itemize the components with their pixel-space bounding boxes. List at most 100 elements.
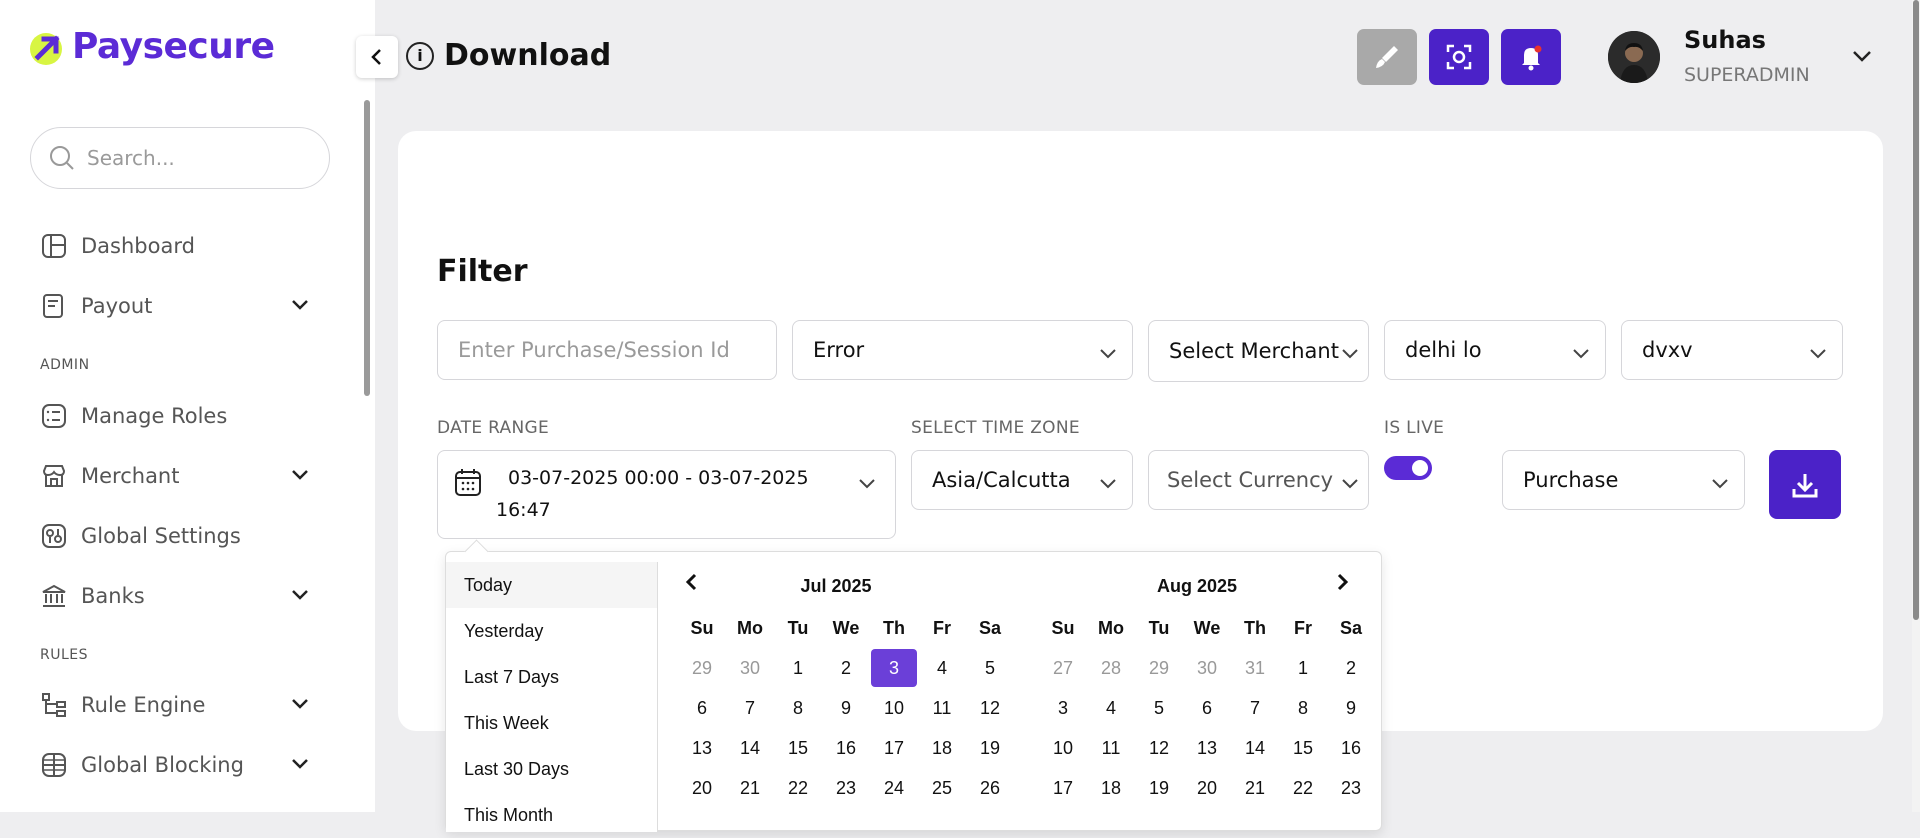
- calendar-day[interactable]: 19: [1135, 768, 1183, 808]
- calendar-day[interactable]: 21: [1231, 768, 1279, 808]
- calendar-day[interactable]: 28: [1087, 648, 1135, 688]
- calendar-day[interactable]: 2: [1327, 648, 1375, 688]
- collapse-sidebar-button[interactable]: [356, 36, 398, 78]
- calendar-day[interactable]: 17: [870, 728, 918, 768]
- sidebar-search[interactable]: [30, 127, 330, 189]
- currency-select[interactable]: Select Currency: [1148, 450, 1369, 510]
- transaction-type-select[interactable]: Purchase: [1502, 450, 1745, 510]
- calendar-day[interactable]: 12: [1135, 728, 1183, 768]
- search-input[interactable]: [87, 146, 287, 170]
- calendar-day[interactable]: 4: [1087, 688, 1135, 728]
- calendar-day[interactable]: 18: [918, 728, 966, 768]
- merchant-select[interactable]: Select Merchant: [1148, 320, 1369, 382]
- status-select[interactable]: Error: [792, 320, 1133, 380]
- range-yesterday[interactable]: Yesterday: [446, 608, 657, 654]
- sidebar-item-rule-engine[interactable]: Rule Engine: [40, 685, 310, 725]
- range-today[interactable]: Today: [446, 562, 657, 608]
- filter-select-4[interactable]: dvxv: [1621, 320, 1843, 380]
- calendar-day[interactable]: 12: [966, 688, 1014, 728]
- calendar-day[interactable]: 19: [966, 728, 1014, 768]
- calendar-day[interactable]: 16: [1327, 728, 1375, 768]
- calendar-day[interactable]: 15: [774, 728, 822, 768]
- calendar-day[interactable]: 14: [726, 728, 774, 768]
- calendar-day[interactable]: 23: [1327, 768, 1375, 808]
- calendar-day[interactable]: 6: [1183, 688, 1231, 728]
- calendar-day[interactable]: 7: [726, 688, 774, 728]
- user-menu-chevron-icon[interactable]: [1850, 44, 1874, 68]
- calendar-day[interactable]: 10: [1039, 728, 1087, 768]
- calendar-day[interactable]: 29: [678, 648, 726, 688]
- calendar-day[interactable]: 5: [1135, 688, 1183, 728]
- calendar-day[interactable]: 30: [1183, 648, 1231, 688]
- calendar-day[interactable]: 20: [1183, 768, 1231, 808]
- calendar-day[interactable]: 18: [1087, 768, 1135, 808]
- calendar-day[interactable]: 23: [822, 768, 870, 808]
- calendar-day[interactable]: 22: [774, 768, 822, 808]
- calendar-day[interactable]: 29: [1135, 648, 1183, 688]
- calendar-day[interactable]: 30: [726, 648, 774, 688]
- timezone-select[interactable]: Asia/Calcutta: [911, 450, 1133, 510]
- user-name: Suhas: [1684, 26, 1766, 54]
- calendar-day[interactable]: 1: [1279, 648, 1327, 688]
- calendar-day[interactable]: 8: [774, 688, 822, 728]
- range-last-30-days[interactable]: Last 30 Days: [446, 746, 657, 792]
- month-title: Jul 2025: [800, 576, 872, 596]
- page-scrollbar-thumb[interactable]: [1913, 0, 1919, 620]
- info-icon[interactable]: i: [406, 41, 434, 70]
- calendar-day[interactable]: 26: [966, 768, 1014, 808]
- logo[interactable]: Paysecure: [30, 26, 275, 67]
- calendar-right: Aug 2025 Su Mo Tu We Th Fr Sa 27 28 29 30 31 1 2 3 4 5 6 7…: [1039, 570, 1362, 808]
- calendar-day[interactable]: 13: [1183, 728, 1231, 768]
- calendar-day[interactable]: 6: [678, 688, 726, 728]
- sidebar-item-global-blocking[interactable]: Global Blocking: [40, 745, 310, 785]
- timezone-label: SELECT TIME ZONE: [911, 418, 1080, 438]
- range-this-week[interactable]: This Week: [446, 700, 657, 746]
- sidebar-item-banks[interactable]: Banks: [40, 576, 310, 616]
- sidebar-item-payout[interactable]: Payout: [40, 286, 310, 326]
- notifications-button[interactable]: [1501, 29, 1561, 85]
- calendar-day[interactable]: 9: [822, 688, 870, 728]
- calendar-day[interactable]: 2: [822, 648, 870, 688]
- calendar-day[interactable]: 8: [1279, 688, 1327, 728]
- calendar-day[interactable]: 27: [1039, 648, 1087, 688]
- calendar-day[interactable]: 10: [870, 688, 918, 728]
- calendar-day[interactable]: 9: [1327, 688, 1375, 728]
- date-range-field[interactable]: 03-07-2025 00:00 - 03-07-2025 16:47: [437, 450, 896, 539]
- page-scrollbar[interactable]: [1912, 0, 1920, 812]
- calendar-day[interactable]: 24: [870, 768, 918, 808]
- calendar-day[interactable]: 4: [918, 648, 966, 688]
- calendar-day[interactable]: 20: [678, 768, 726, 808]
- sidebar-item-merchant[interactable]: Merchant: [40, 456, 310, 496]
- sidebar-item-global-settings[interactable]: Global Settings: [40, 516, 310, 556]
- calendar-day[interactable]: 31: [1231, 648, 1279, 688]
- calendar-day[interactable]: 1: [774, 648, 822, 688]
- calendar-day[interactable]: 21: [726, 768, 774, 808]
- purchase-id-field[interactable]: Enter Purchase/Session Id: [437, 320, 777, 380]
- calendar-day[interactable]: 25: [918, 768, 966, 808]
- calendar-day[interactable]: 13: [678, 728, 726, 768]
- calendar-day[interactable]: 5: [966, 648, 1014, 688]
- calendar-day[interactable]: 22: [1279, 768, 1327, 808]
- calendar-day[interactable]: 17: [1039, 768, 1087, 808]
- calendar-day-selected[interactable]: 3: [871, 649, 917, 687]
- range-last-7-days[interactable]: Last 7 Days: [446, 654, 657, 700]
- calendar-day[interactable]: 11: [918, 688, 966, 728]
- calendar-day[interactable]: 7: [1231, 688, 1279, 728]
- sidebar-scrollbar[interactable]: [364, 100, 370, 396]
- calendar-day[interactable]: 11: [1087, 728, 1135, 768]
- calendar-day[interactable]: 3: [1039, 688, 1087, 728]
- download-button[interactable]: [1769, 450, 1841, 519]
- sidebar-item-dashboard[interactable]: Dashboard: [40, 226, 310, 266]
- calendar-day[interactable]: 15: [1279, 728, 1327, 768]
- sidebar-item-manage-roles[interactable]: Manage Roles: [40, 396, 310, 436]
- is-live-toggle[interactable]: [1384, 456, 1432, 480]
- calendar-day[interactable]: 14: [1231, 728, 1279, 768]
- scan-button[interactable]: [1429, 29, 1489, 85]
- range-this-month[interactable]: This Month: [446, 792, 657, 838]
- clear-button[interactable]: [1357, 29, 1417, 85]
- avatar[interactable]: [1608, 31, 1660, 83]
- sidebar-item-label: Dashboard: [81, 234, 195, 258]
- filter-select-3[interactable]: delhi lo: [1384, 320, 1606, 380]
- roles-icon: [40, 402, 68, 430]
- calendar-day[interactable]: 16: [822, 728, 870, 768]
